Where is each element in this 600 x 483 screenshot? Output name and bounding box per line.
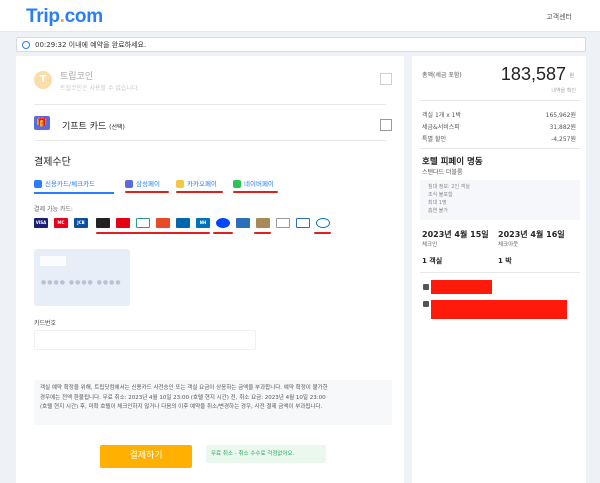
timer-text: 00:29:32 이내에 예약을 완료하세요. — [35, 41, 147, 49]
room-type: 스탠다드 더블룸 — [422, 169, 463, 176]
divider — [420, 148, 580, 149]
timer-bar: 00:29:32 이내에 예약을 완료하세요. — [16, 37, 586, 52]
annotation-underline — [96, 232, 210, 234]
naver-pay-icon — [233, 180, 241, 188]
pay-button[interactable]: 결제하기 — [100, 445, 192, 468]
total-label: 총액(세금 포함) — [422, 72, 462, 79]
jcb-icon: JCB — [74, 218, 88, 228]
card-number-dots: ●●●● ●●●● ●●●● — [41, 279, 122, 286]
citi-card-icon — [236, 218, 250, 228]
divider — [34, 140, 386, 141]
samsung-pay-icon — [125, 180, 133, 188]
checkout-label: 체크아웃 — [498, 242, 519, 248]
policy-line: 침대 정보: 2인 객실 — [428, 184, 470, 190]
policy-line: 조식 불포함 — [428, 192, 453, 198]
samsung-card-icon — [156, 218, 170, 228]
policy-line: 흡연 불가 — [428, 208, 448, 214]
card-chip — [40, 256, 66, 266]
total-unit: 원 — [569, 73, 574, 79]
amex-card-icon — [316, 218, 330, 228]
room-policy: 침대 정보: 2인 객실 조식 불포함 최대 1명 흡연 불가 — [420, 180, 580, 220]
redacted-block — [431, 300, 567, 319]
location-icon — [423, 284, 429, 290]
total-amount: 183,587 — [500, 64, 566, 84]
trip-coin-icon: T — [34, 71, 52, 89]
trip-logo[interactable]: Trip.com — [26, 6, 103, 28]
mastercard-icon: MC — [54, 218, 68, 228]
divider — [420, 100, 580, 101]
clock-icon — [22, 41, 30, 49]
checkin-date: 2023년 4월 15일 — [422, 230, 489, 239]
top-bar: Trip.com 고객센터 — [0, 0, 600, 32]
accepted-cards-label: 결제 가능 카드: — [34, 206, 73, 213]
trip-coin-subtitle: 트립코인은 사용할 수 없습니다. — [60, 85, 140, 92]
annotation-underline — [254, 232, 271, 234]
kakao-pay-icon — [176, 180, 184, 188]
gift-card-checkbox[interactable] — [380, 119, 392, 131]
trip-coin-checkbox[interactable] — [380, 73, 392, 85]
visa-icon: VISA — [34, 218, 48, 228]
checkout-date: 2023년 4월 16일 — [498, 230, 565, 239]
active-tab-underline — [34, 192, 114, 194]
annotation-underline — [314, 232, 331, 234]
card-preview: ●●●● ●●●● ●●●● — [34, 249, 130, 306]
nh-card-icon: NH — [196, 218, 210, 228]
hotel-name: 호텔 피페이 명동 — [422, 157, 483, 167]
divider — [34, 104, 386, 105]
kb-card-icon — [256, 218, 270, 228]
gift-card-title: 기프트 카드 (선택) — [62, 122, 125, 132]
tab-naver-pay[interactable]: 네이버페이 — [233, 177, 274, 191]
customer-service-link[interactable]: 고객센터 — [546, 12, 572, 22]
price-line-label: 세금&서비스피 — [422, 124, 460, 131]
woori-card-icon — [176, 218, 190, 228]
notice-line: (호텔 현지 시간) 후, 미확 호텔이 체크인하지 않거나 다음의 이후 예약… — [40, 404, 323, 410]
hyundai-card-icon — [96, 218, 110, 228]
price-line-value: 31,882원 — [549, 124, 576, 131]
price-line-value: 165,962원 — [545, 112, 576, 119]
annotation-underline — [176, 191, 223, 193]
room-count: 1 객실 — [422, 257, 443, 265]
notice-line: 객실 예약 확정을 위해, 트립닷컴에서는 신용카드 사전승인 또는 객실 요금… — [40, 385, 328, 391]
trip-coin-row: T 트립코인 트립코인은 사용할 수 없습니다. — [34, 68, 394, 98]
phone-icon — [423, 301, 429, 307]
shinhan-card-icon — [216, 218, 230, 228]
payment-notice: 객실 예약 확정을 위해, 트립닷컴에서는 신용카드 사전승인 또는 객실 요금… — [34, 380, 392, 425]
policy-line: 최대 1명 — [428, 200, 447, 206]
price-line-label: 특별 할인 — [422, 136, 446, 143]
payment-method-title: 결제수단 — [34, 157, 71, 168]
redacted-block — [431, 280, 492, 294]
checkin-label: 체크인 — [422, 242, 438, 248]
tab-kakao-pay[interactable]: 카카오페이 — [176, 177, 217, 191]
card-number-input[interactable] — [34, 330, 256, 350]
price-detail-link[interactable]: 내역을 확인 — [551, 87, 576, 94]
tab-samsung-pay[interactable]: 삼성페이 — [125, 177, 160, 191]
night-count: 1 박 — [498, 257, 512, 265]
notice-line: 경우에는 전액 환불됩니다. 무료 취소: 2023년 4월 10일 23:00… — [40, 394, 326, 401]
divider — [420, 272, 580, 273]
annotation-underline — [233, 191, 278, 193]
price-line-label: 객실 1개 x 1박 — [422, 112, 461, 119]
card-number-label: 카드번호 — [34, 320, 57, 327]
trip-coin-title: 트립코인 — [60, 72, 94, 82]
hana-card-icon — [136, 218, 150, 228]
annotation-underline — [125, 191, 169, 193]
card-icon — [34, 180, 42, 188]
payment-panel: T 트립코인 트립코인은 사용할 수 없습니다. 🎁 기프트 카드 (선택) 결… — [16, 56, 404, 483]
tab-credit-card[interactable]: 신용카드/체크카드 — [34, 177, 95, 191]
annotation-underline — [213, 232, 233, 234]
lotte-card-icon — [116, 218, 130, 228]
price-line-value: -4,257원 — [551, 136, 576, 143]
gift-card-icon: 🎁 — [34, 116, 50, 130]
kakaobank-card-icon — [276, 218, 290, 228]
price-summary-panel: 총액(세금 포함) 183,587 원 내역을 확인 객실 1개 x 1박 16… — [412, 56, 586, 483]
diners-card-icon — [296, 218, 310, 228]
free-cancel-badge: 무료 취소 - 취소 수수료 걱정없어요. — [206, 445, 326, 463]
